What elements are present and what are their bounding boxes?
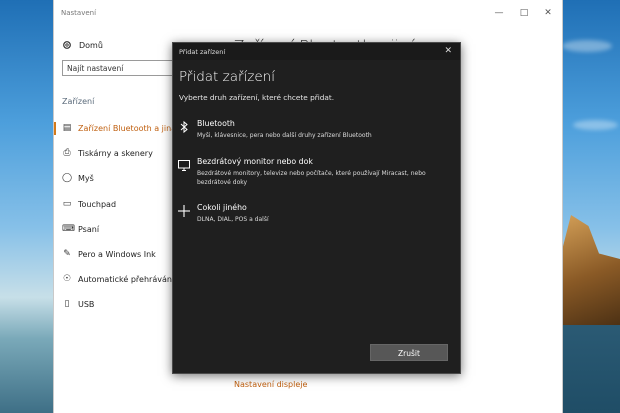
option-title: Cokoli jiného: [197, 203, 247, 212]
sidebar-item-label: Psaní: [78, 224, 100, 234]
option-everything-else[interactable]: Cokoli jiného DLNA, DIAL, POS a další: [177, 203, 459, 229]
sidebar-item-label: Zařízení Bluetooth a jiná: [78, 124, 177, 134]
option-description: DLNA, DIAL, POS a další: [197, 216, 269, 223]
dialog-window-title: Přidat zařízení: [179, 48, 226, 56]
cancel-button[interactable]: Zrušit: [370, 344, 448, 361]
bluetooth-icon: [180, 120, 188, 134]
pen-icon: ✎: [63, 248, 71, 259]
sidebar-item-label: Touchpad: [78, 199, 117, 209]
monitor-icon: [178, 160, 190, 171]
option-description: Bezdrátové monitory, televize nebo počít…: [197, 170, 426, 186]
option-bluetooth[interactable]: Bluetooth Myši, klávesnice, pera nebo da…: [177, 119, 459, 145]
dialog-heading: Přidat zařízení: [179, 69, 275, 85]
usb-icon: ▯: [64, 299, 70, 310]
dialog-subtitle: Vyberte druh zařízení, které chcete přid…: [179, 93, 335, 102]
home-label: Domů: [79, 40, 103, 50]
sidebar-item-label: Automatické přehrávání: [78, 275, 175, 285]
gear-icon: [63, 41, 71, 49]
search-placeholder: Najít nastavení: [67, 64, 124, 73]
settings-titlebar: Nastavení — □ ✕: [54, 0, 562, 28]
settings-window-title: Nastavení: [61, 9, 97, 17]
add-device-dialog: Přidat zařízení ✕ Přidat zařízení Vybert…: [172, 42, 461, 374]
close-window-button[interactable]: ✕: [539, 6, 557, 20]
keyboard-icon: ⌨: [62, 223, 75, 234]
sidebar-item-label: USB: [78, 300, 95, 310]
sidebar-item-label: Myš: [78, 174, 94, 184]
maximize-button[interactable]: □: [515, 6, 533, 20]
option-title: Bluetooth: [197, 119, 235, 128]
printer-icon: ⎙: [63, 148, 71, 159]
dialog-titlebar: Přidat zařízení ✕: [173, 43, 460, 60]
display-settings-link[interactable]: Nastavení displeje: [234, 380, 307, 389]
sidebar-item-label: Tiskárny a skenery: [78, 149, 153, 159]
option-wireless-display[interactable]: Bezdrátový monitor nebo dok Bezdrátové m…: [177, 157, 459, 189]
sidebar-item-label: Pero a Windows Ink: [78, 250, 156, 260]
option-title: Bezdrátový monitor nebo dok: [197, 157, 313, 166]
section-heading: Zařízení: [62, 97, 95, 106]
minimize-button[interactable]: —: [490, 6, 508, 20]
dialog-close-button[interactable]: ✕: [444, 46, 452, 56]
home-link[interactable]: Domů: [62, 38, 103, 52]
mouse-icon: ◯: [62, 173, 73, 184]
search-input[interactable]: Najít nastavení: [62, 60, 180, 76]
option-description: Myši, klávesnice, pera nebo další druhy …: [197, 132, 372, 139]
autoplay-icon: ☉: [62, 274, 72, 285]
touchpad-icon: ▭: [62, 198, 72, 209]
plus-icon: [178, 205, 190, 217]
bluetooth-devices-icon: ▤: [62, 123, 72, 133]
